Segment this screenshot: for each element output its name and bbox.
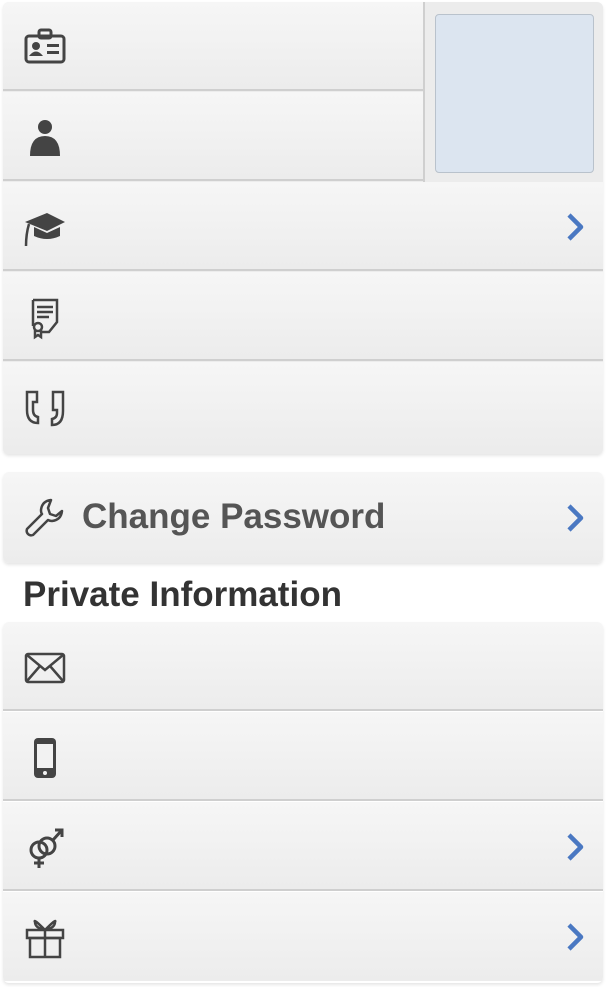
gender-icon [23,826,67,870]
id-card-icon [23,26,67,70]
envelope-icon [23,646,67,690]
profile-photo[interactable] [435,14,594,173]
chevron-right-icon [565,832,585,862]
name-row[interactable] [3,2,423,91]
wrench-icon [23,496,67,540]
quote-row[interactable] [3,362,603,451]
graduation-cap-icon [23,206,67,250]
photo-divider [423,2,425,184]
chevron-right-icon [565,212,585,242]
certificate-row[interactable] [3,272,603,361]
phone-row[interactable] [3,712,603,801]
section-title-private: Private Information [23,575,342,614]
mobile-phone-icon [23,736,67,780]
private-group [3,622,603,983]
password-group: Change Password [3,472,603,563]
quote-icon [23,386,67,430]
gender-row[interactable] [3,802,603,891]
certificate-icon [23,296,67,340]
profile-group [3,2,603,454]
change-password-row[interactable]: Change Password [3,472,603,563]
gift-icon [23,916,67,960]
email-row[interactable] [3,622,603,711]
education-row[interactable] [3,182,603,271]
chevron-right-icon [565,922,585,952]
chevron-right-icon [565,503,585,533]
person-row[interactable] [3,92,423,181]
person-icon [23,116,67,160]
change-password-label: Change Password [82,497,386,536]
birthday-row[interactable] [3,892,603,981]
